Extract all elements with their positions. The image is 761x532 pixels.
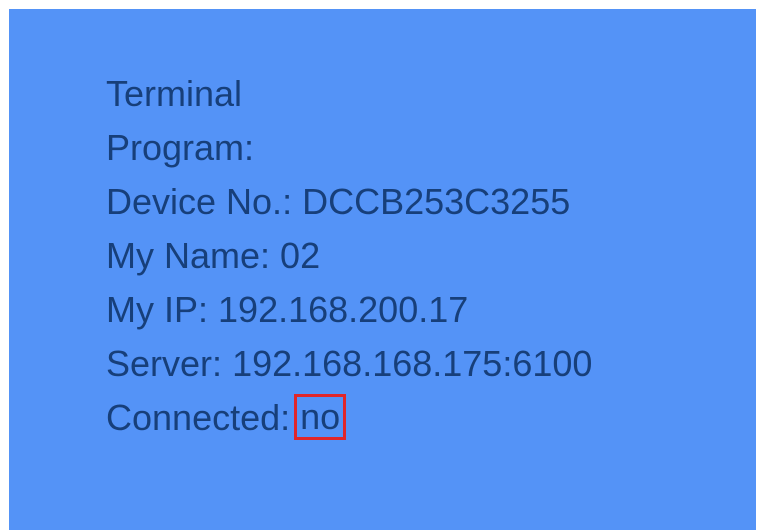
program-label: Program: (106, 127, 255, 168)
ip-label: My IP: (106, 289, 209, 330)
terminal-label: Terminal (106, 73, 243, 114)
server-label: Server: (106, 343, 223, 384)
connected-value: no (294, 394, 347, 440)
program-row: Program: (106, 121, 592, 175)
name-value: 02 (280, 235, 321, 276)
device-value: DCCB253C3255 (302, 181, 571, 222)
server-row: Server: 192.168.168.175:6100 (106, 337, 592, 391)
connected-row: Connected: no (106, 391, 592, 445)
status-panel: Terminal Program: Device No.: DCCB253C32… (9, 9, 756, 530)
status-info: Terminal Program: Device No.: DCCB253C32… (106, 67, 592, 445)
terminal-row: Terminal (106, 67, 592, 121)
connected-label: Connected: (106, 397, 291, 438)
ip-value: 192.168.200.17 (218, 289, 469, 330)
name-label: My Name: (106, 235, 271, 276)
server-value: 192.168.168.175:6100 (232, 343, 593, 384)
name-row: My Name: 02 (106, 229, 592, 283)
device-label: Device No.: (106, 181, 293, 222)
device-row: Device No.: DCCB253C3255 (106, 175, 592, 229)
ip-row: My IP: 192.168.200.17 (106, 283, 592, 337)
